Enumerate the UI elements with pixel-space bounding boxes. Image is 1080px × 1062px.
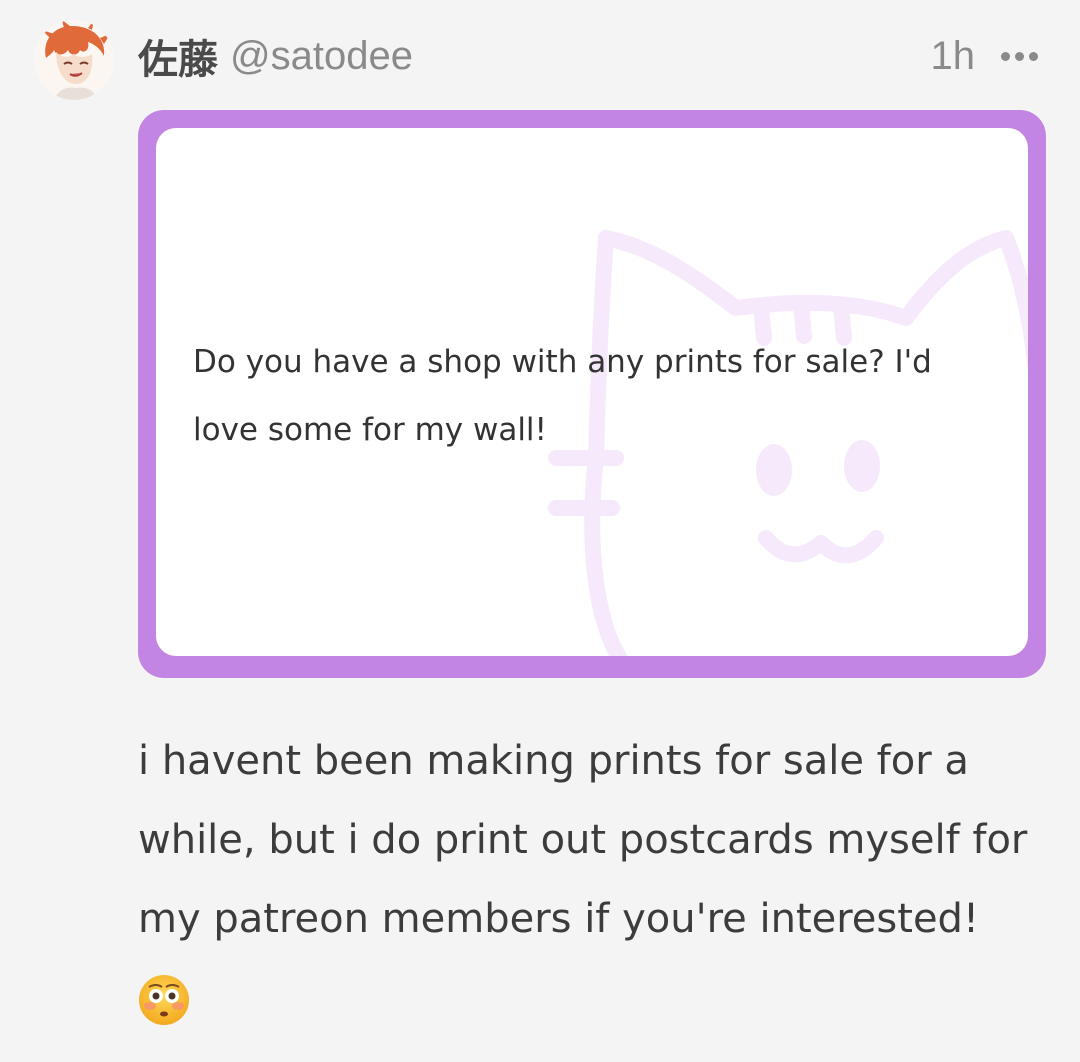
avatar-image <box>34 20 114 100</box>
post: 佐藤 @satodee 1h Do you have a shop with a… <box>0 0 1080 1062</box>
answer-text: i havent been making prints for sale for… <box>138 738 1028 942</box>
avatar[interactable] <box>34 20 114 100</box>
author-handle[interactable]: @satodee <box>230 34 413 79</box>
ask-question-text: Do you have a shop with any prints for s… <box>193 344 932 448</box>
post-header: 佐藤 @satodee <box>138 27 413 85</box>
flushed-face-emoji-icon <box>139 975 189 1025</box>
post-timestamp: 1h <box>930 33 976 78</box>
more-horizontal-icon[interactable] <box>999 46 1040 67</box>
ask-box: Do you have a shop with any prints for s… <box>138 110 1046 678</box>
author-display-name[interactable]: 佐藤 <box>138 27 218 85</box>
ask-card: Do you have a shop with any prints for s… <box>156 128 1028 656</box>
post-meta: 1h <box>931 30 1041 82</box>
